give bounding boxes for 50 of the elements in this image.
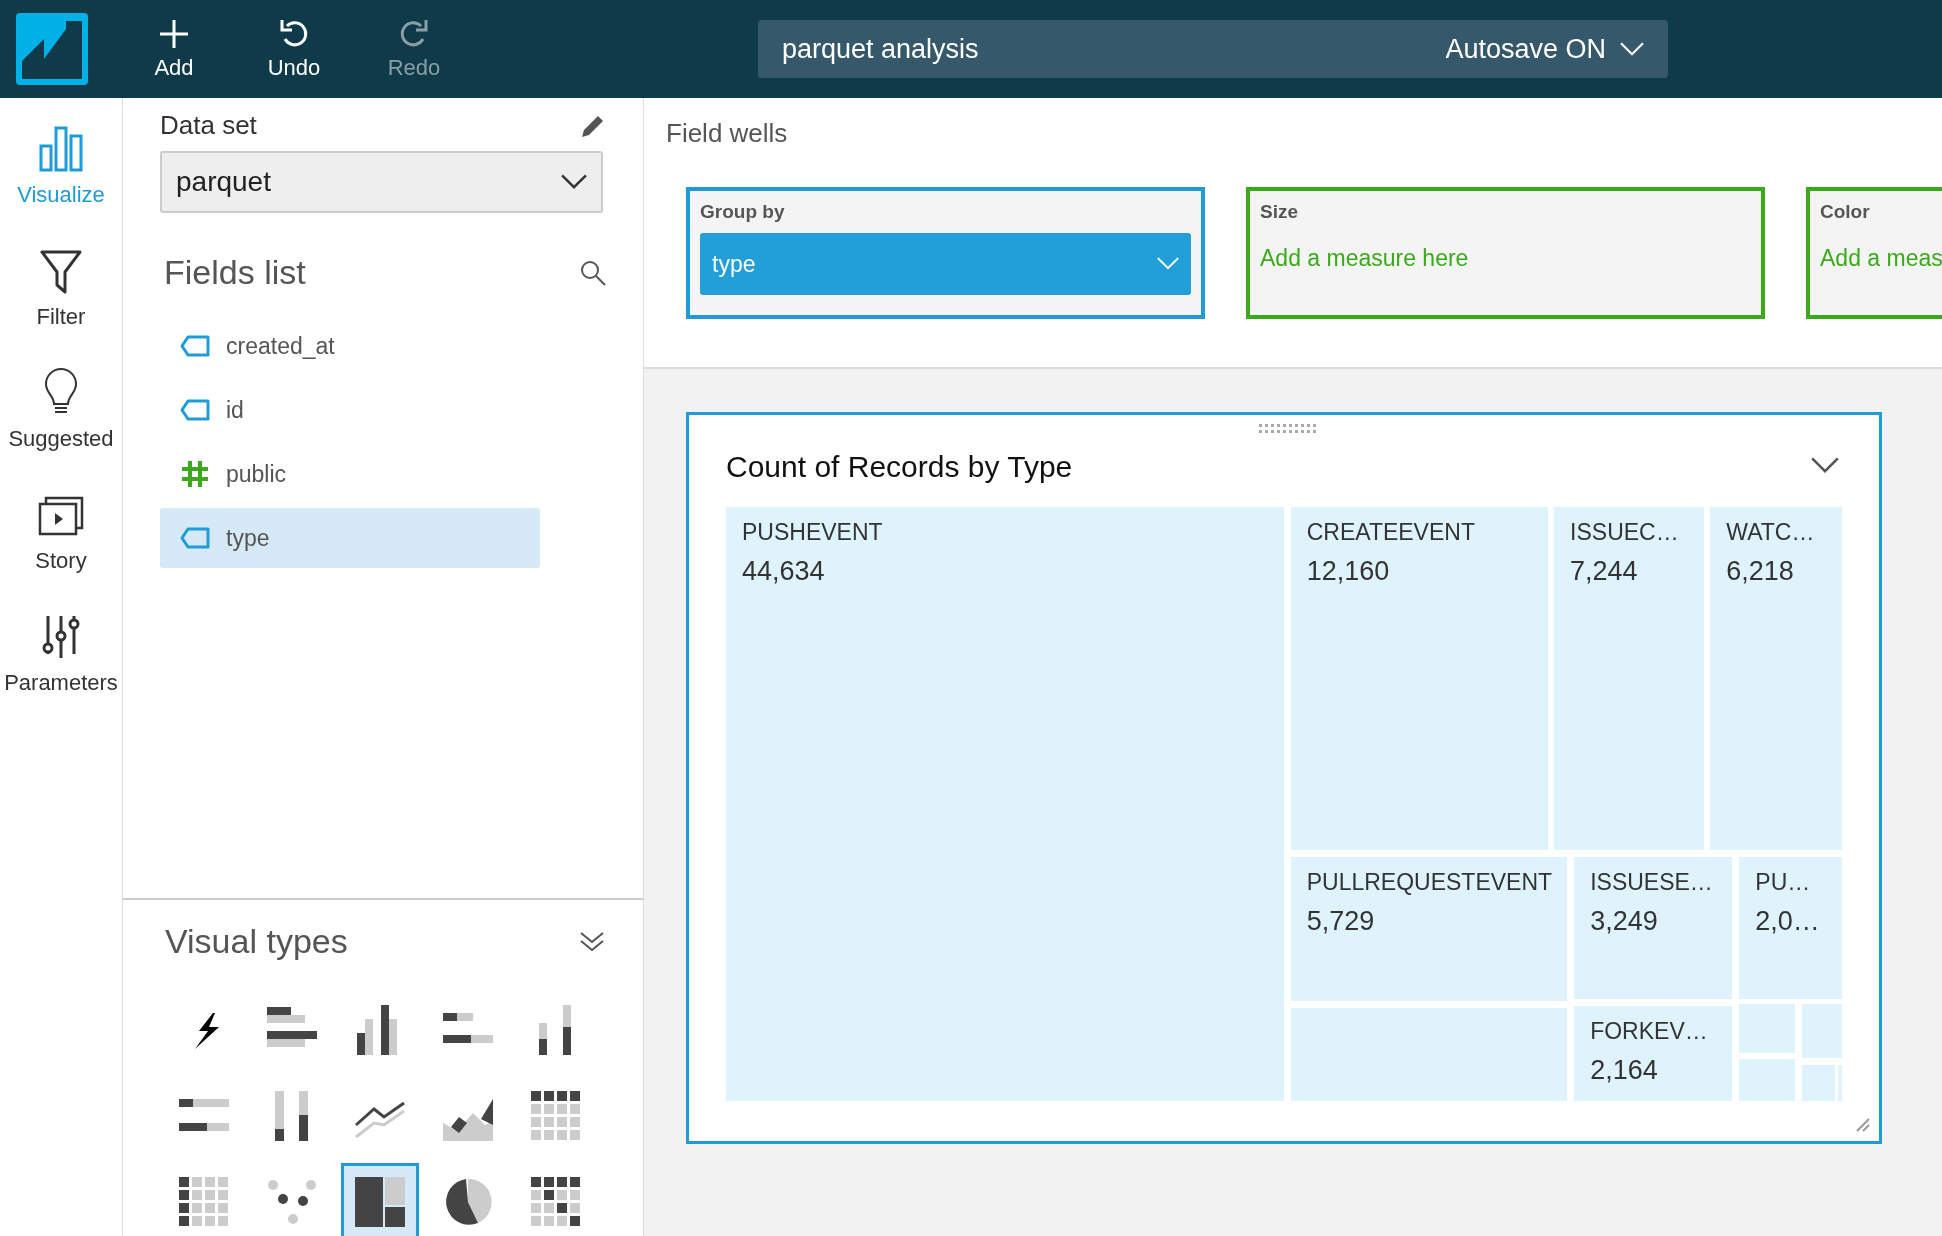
tile-value: 5,729	[1306, 905, 1376, 937]
well-label: Group by	[700, 201, 786, 223]
treemap-tile[interactable]: ISSUESE… 3,249	[1574, 856, 1732, 1000]
treemap-tile[interactable]: CREATEEVENT 12,160	[1290, 507, 1549, 851]
field-well[interactable]: Color Add a meas	[1806, 187, 1942, 319]
toolbar-button[interactable]: Add	[128, 17, 220, 81]
tile-value: 44,634	[742, 556, 826, 587]
section-title: Data set	[160, 110, 257, 141]
nav-item[interactable]: Story	[0, 490, 122, 574]
treemap-tile[interactable]: ISSUEC… 7,244	[1554, 507, 1704, 851]
tile-label: ISSUEC…	[1570, 519, 1680, 546]
nav-item[interactable]: Filter	[0, 246, 122, 330]
tile-label: CREATEEVENT	[1306, 519, 1476, 546]
nav-item[interactable]: Suggested	[0, 368, 122, 452]
tile-label: ISSUESE…	[1590, 868, 1714, 896]
tile-value: 7,244	[1570, 556, 1639, 587]
tile-label: PU…	[1755, 868, 1812, 896]
well-placeholder: Add a measure here	[1260, 245, 1470, 272]
nav-item[interactable]: Parameters	[0, 612, 122, 696]
toolbar-button[interactable]: Undo	[248, 17, 340, 81]
tile-value: 2,164	[1590, 1054, 1659, 1086]
section-title: Field wells	[666, 118, 789, 149]
field-well[interactable]: Size Add a measure here	[1246, 187, 1765, 319]
field-item[interactable]: public	[160, 444, 540, 504]
tile-value: 12,160	[1306, 556, 1391, 587]
section-title: Visual types	[165, 922, 348, 961]
treemap-tile[interactable]: PUSHEVENT 44,634	[726, 507, 1284, 1101]
tile-label: WATC…	[1726, 519, 1816, 546]
well-placeholder: Add a meas	[1820, 245, 1942, 272]
tile-label: PULLREQUESTEVENT	[1306, 868, 1552, 896]
visual-title: Count of Records by Type	[726, 450, 1073, 484]
well-label: Color	[1820, 201, 1871, 223]
field-item[interactable]: created_at	[160, 316, 540, 376]
well-label: Size	[1260, 201, 1300, 223]
field-well[interactable]: Group by type	[686, 187, 1205, 319]
treemap-tile[interactable]: PULLREQUESTEVENT 5,729	[1290, 856, 1568, 1002]
field-item[interactable]: id	[160, 380, 540, 440]
tile-value: 3,249	[1590, 905, 1659, 937]
field-item[interactable]: type	[160, 508, 540, 568]
autosave-dropdown[interactable]: Autosave ON	[1445, 33, 1644, 65]
treemap-tile[interactable]: WATC… 6,218	[1710, 507, 1842, 851]
section-title: Fields list	[164, 253, 306, 292]
tile-label: PUSHEVENT	[742, 519, 884, 546]
tile-value: 2,0…	[1755, 905, 1821, 937]
analysis-name[interactable]: parquet analysis	[782, 33, 979, 65]
tile-label: FORKEV…	[1590, 1017, 1709, 1045]
treemap-tile[interactable]: PU… 2,0…	[1739, 856, 1842, 1000]
tile-value: 6,218	[1726, 556, 1795, 587]
treemap-tile[interactable]: FORKEV… 2,164	[1574, 1005, 1732, 1101]
dataset-dropdown[interactable]: parquet	[160, 151, 603, 213]
